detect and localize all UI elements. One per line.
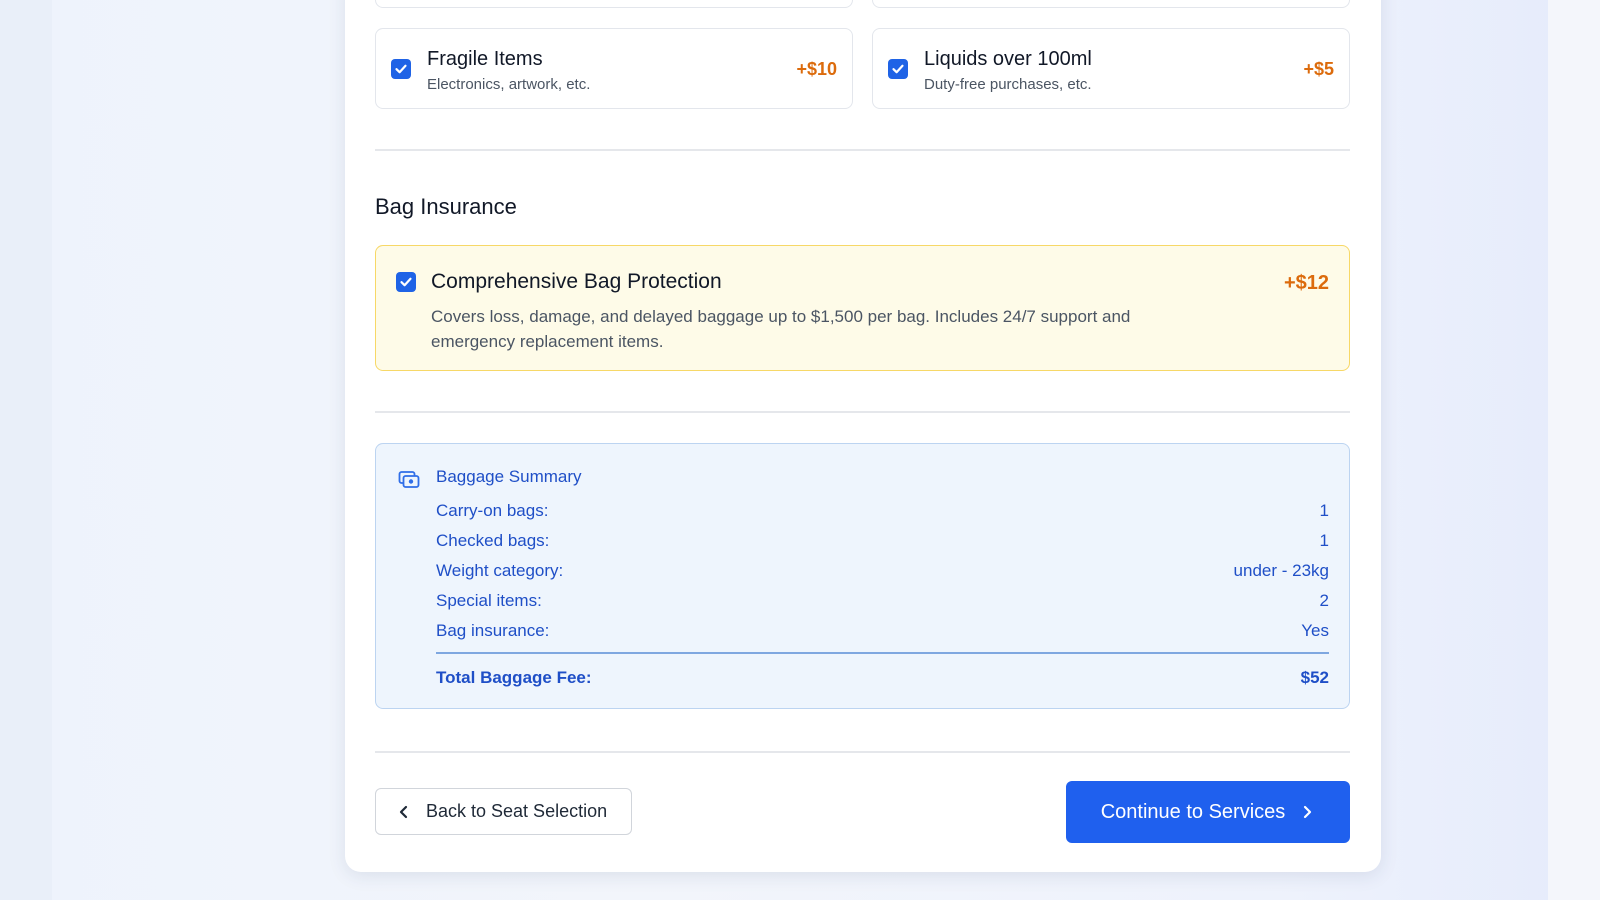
chevron-left-icon [399, 805, 408, 818]
option-card-fragile-items[interactable]: Fragile Items Electronics, artwork, etc.… [375, 28, 853, 109]
checkmark-icon [395, 64, 407, 74]
summary-row-label: Special items: [436, 591, 542, 610]
background-band-right [1548, 0, 1600, 900]
summary-row-label: Checked bags: [436, 531, 550, 550]
section-divider [375, 411, 1350, 413]
checkmark-icon [400, 277, 412, 287]
total-label: Total Baggage Fee: [436, 668, 592, 687]
insurance-option-card[interactable]: Comprehensive Bag Protection Covers loss… [375, 245, 1350, 371]
insurance-price: +$12 [1283, 272, 1329, 294]
summary-row: Carry-on bags: 1 [436, 501, 1329, 523]
summary-title: Baggage Summary [436, 467, 582, 486]
option-card-liquids[interactable]: Liquids over 100ml Duty-free purchases, … [872, 28, 1350, 109]
option-description: Electronics, artwork, etc. [427, 76, 591, 93]
summary-row-value: 2 [1319, 591, 1329, 610]
summary-row: Special items: 2 [436, 591, 1329, 613]
summary-row-value: Yes [1301, 621, 1329, 640]
summary-row: Bag insurance: Yes [436, 621, 1329, 643]
insurance-title: Comprehensive Bag Protection [431, 270, 722, 293]
baggage-summary: Baggage Summary Carry-on bags: 1 Checked… [375, 443, 1350, 709]
continue-button-label: Continue to Services [1100, 800, 1286, 823]
summary-row-value: 1 [1319, 501, 1329, 520]
summary-total-row: Total Baggage Fee: $52 [436, 668, 1329, 690]
back-to-seat-selection-button[interactable]: Back to Seat Selection [375, 788, 632, 835]
back-button-label: Back to Seat Selection [426, 801, 608, 821]
option-price: +$5 [1303, 59, 1334, 79]
checkmark-icon [892, 64, 904, 74]
summary-row-value: 1 [1319, 531, 1329, 550]
summary-row-value: under - 23kg [1233, 561, 1329, 580]
summary-divider [436, 652, 1329, 654]
option-card-partial [375, 0, 853, 8]
summary-row: Weight category: under - 23kg [436, 561, 1329, 583]
liquids-checkbox[interactable] [888, 59, 908, 79]
option-title: Liquids over 100ml [924, 48, 1092, 70]
option-price: +$10 [796, 59, 837, 79]
insurance-section-title: Bag Insurance [375, 194, 517, 219]
background-band-left [0, 0, 52, 900]
continue-to-services-button[interactable]: Continue to Services [1066, 781, 1350, 843]
summary-row-label: Carry-on bags: [436, 501, 549, 520]
summary-row-label: Weight category: [436, 561, 564, 580]
option-description: Duty-free purchases, etc. [924, 76, 1092, 93]
summary-row: Checked bags: 1 [436, 531, 1329, 553]
section-divider [375, 149, 1350, 151]
option-card-partial [872, 0, 1350, 8]
wallet-icon [398, 471, 420, 488]
section-divider [375, 751, 1350, 753]
fragile-items-checkbox[interactable] [391, 59, 411, 79]
option-title: Fragile Items [427, 48, 543, 70]
total-value: $52 [1300, 668, 1329, 687]
chevron-right-icon [1304, 805, 1312, 819]
insurance-checkbox[interactable] [396, 272, 416, 292]
insurance-description: Covers loss, damage, and delayed baggage… [431, 307, 1131, 351]
summary-row-label: Bag insurance: [436, 621, 550, 640]
baggage-card [345, 0, 1381, 872]
